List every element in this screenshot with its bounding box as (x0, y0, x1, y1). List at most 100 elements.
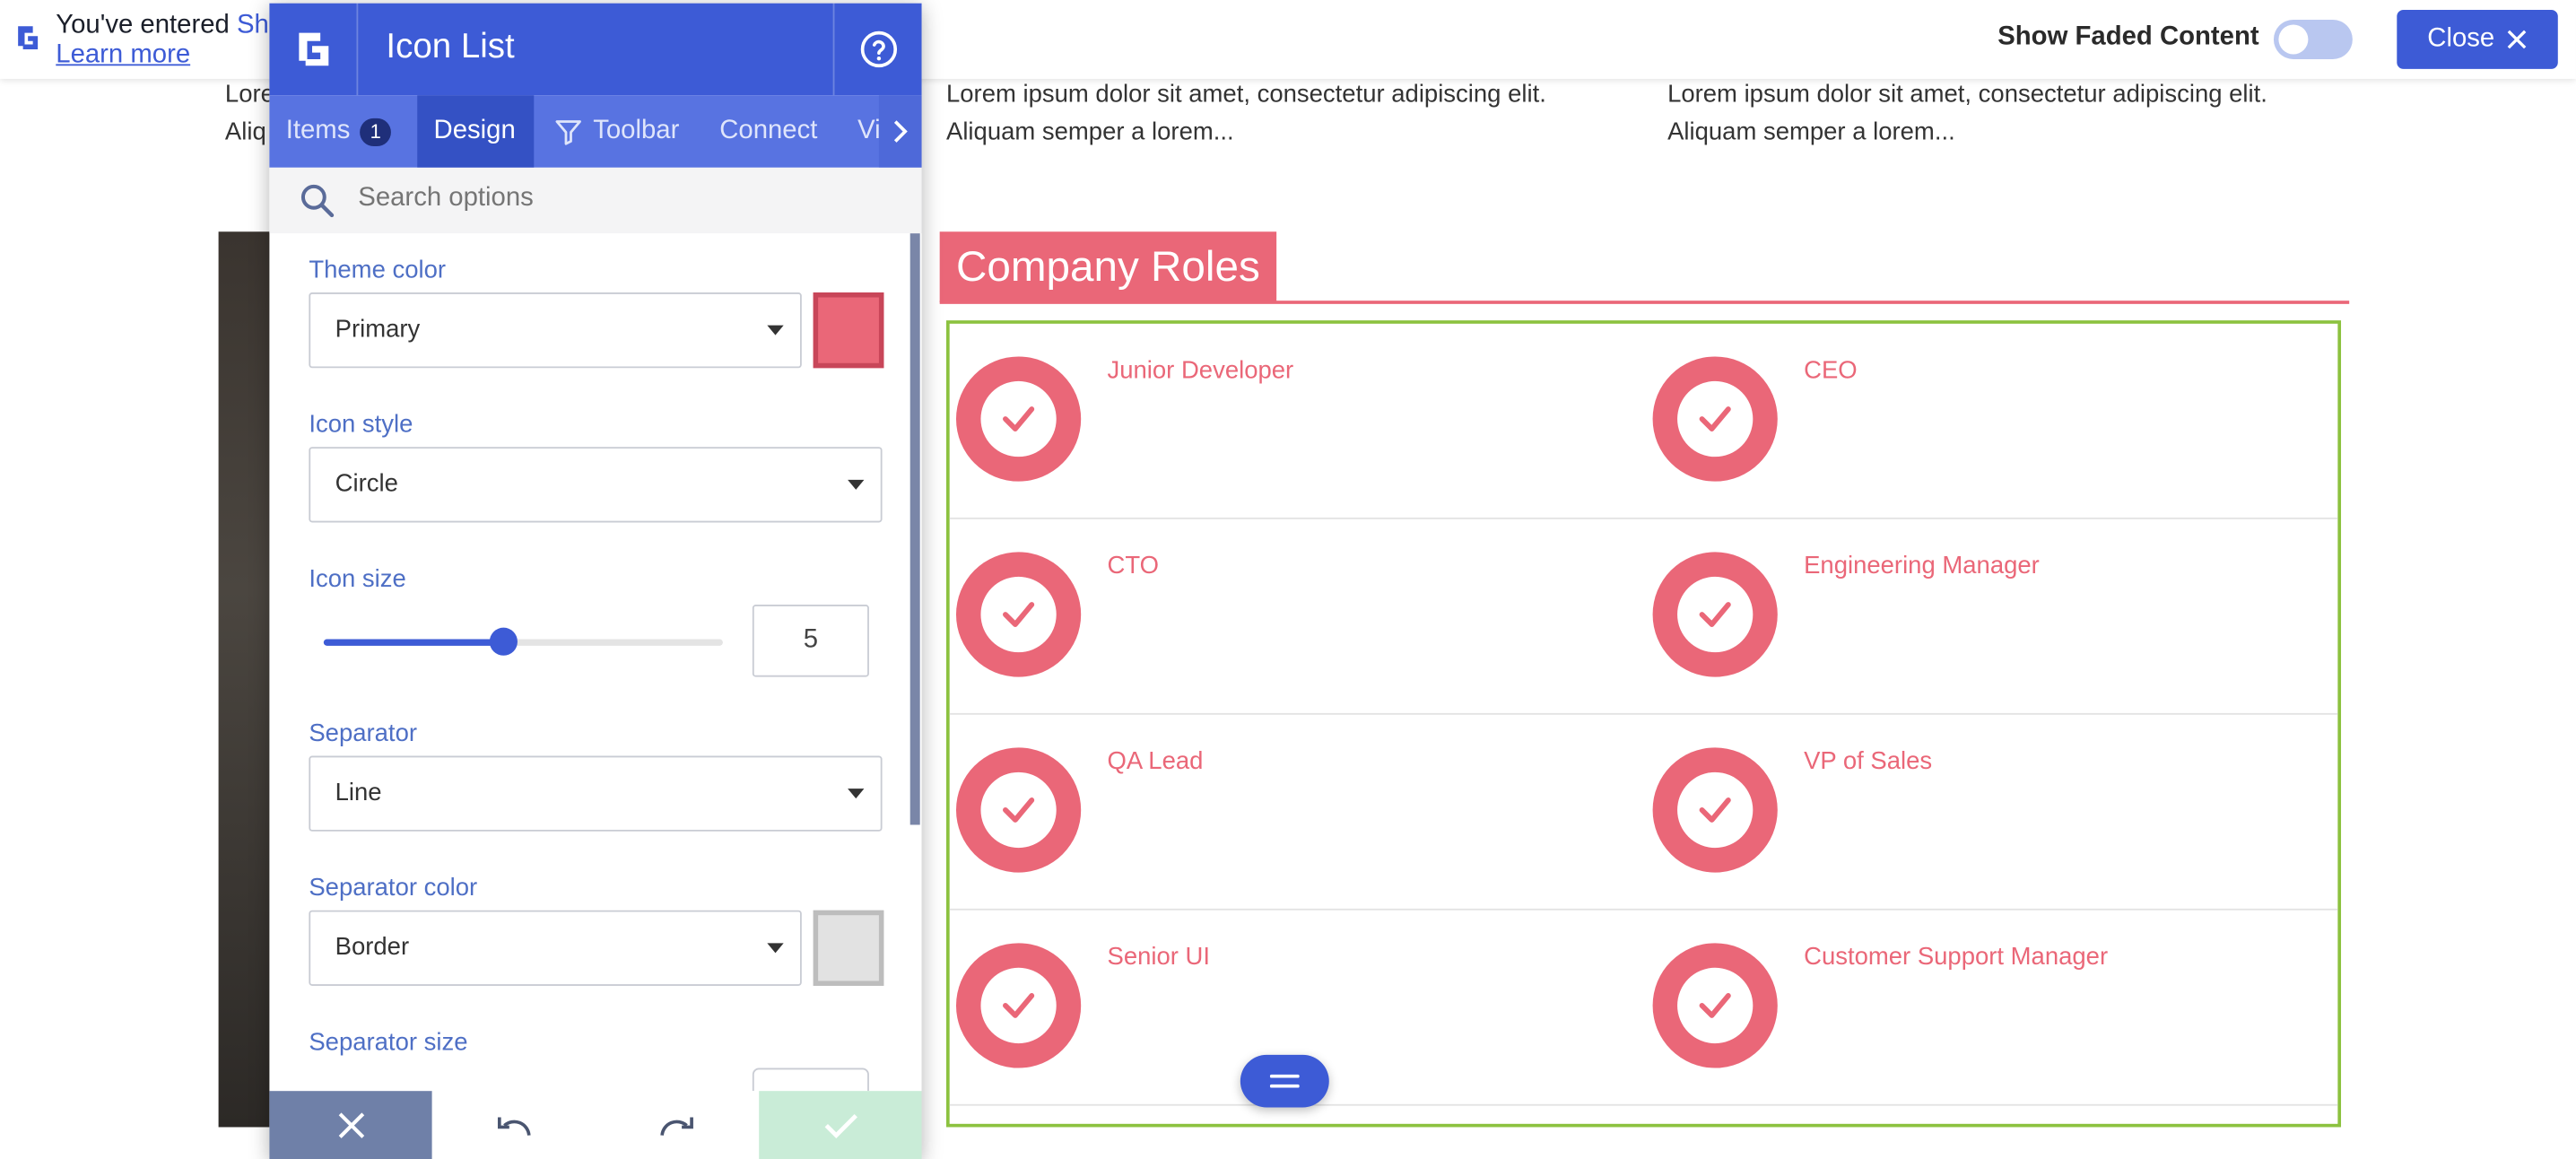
icon-size-input[interactable]: 5 (752, 605, 869, 677)
chevron-down-icon (848, 479, 865, 490)
icon-size-label: Icon size (309, 565, 406, 594)
list-item[interactable]: Engineering Manager (1646, 519, 2336, 715)
chevron-right-icon (893, 120, 908, 143)
tab-design-label: Design (433, 117, 516, 145)
app-logo-icon (18, 26, 39, 49)
separator-size-input[interactable] (752, 1068, 869, 1092)
search-options-input[interactable] (358, 184, 699, 214)
panel-tabs: Items 1 Design Toolbar Connect Vi (269, 95, 922, 168)
undo-button[interactable] (431, 1091, 596, 1159)
separator-color-swatch[interactable] (813, 910, 884, 986)
chevron-down-icon (767, 943, 784, 954)
slider-fill (323, 639, 504, 646)
check-circle-icon (1652, 356, 1778, 482)
tab-connect[interactable]: Connect (703, 95, 834, 168)
close-icon (337, 1112, 364, 1138)
column-2-text-line-1: Lorem ipsum dolor sit amet, consectetur … (946, 80, 1546, 109)
hidden-snippet-line-2: Aliq (224, 118, 266, 147)
builder-logo-icon (269, 3, 359, 96)
check-icon (823, 1113, 857, 1139)
list-row: CTO Engineering Manager (949, 519, 2338, 715)
list-item[interactable]: CEO (1646, 324, 2336, 519)
discard-button[interactable] (269, 1091, 432, 1159)
builder-menu-button[interactable] (1240, 1054, 1329, 1108)
chevron-down-icon (848, 789, 865, 799)
redo-icon (659, 1117, 693, 1136)
tab-design[interactable]: Design (417, 95, 535, 168)
tab-toolbar-label: Toolbar (593, 117, 680, 145)
heading-underline (939, 301, 2350, 304)
help-icon (859, 30, 897, 68)
separator-color-value: Border (335, 933, 410, 962)
filter-icon (555, 120, 581, 145)
list-item[interactable]: Junior Developer (950, 324, 1640, 519)
icon-list-module[interactable]: Junior Developer CEO CTO Engineering Man… (946, 320, 2342, 1128)
company-roles-heading[interactable]: Company Roles (939, 231, 1277, 303)
check-circle-icon (955, 356, 1082, 482)
list-item-label: CTO (1107, 552, 1160, 580)
check-circle-icon (955, 943, 1082, 1068)
menu-lines-icon (1269, 1074, 1300, 1088)
list-row: QA Lead VP of Sales (949, 715, 2338, 911)
slider-handle[interactable] (490, 627, 518, 656)
separator-color-label: Separator color (309, 874, 478, 902)
close-button-label: Close (2427, 24, 2495, 53)
panel-body: Theme color Primary Icon style Circle Ic… (269, 233, 921, 1092)
separator-label: Separator (309, 719, 417, 748)
list-item-label: Junior Developer (1107, 356, 1294, 385)
icon-style-select[interactable]: Circle (309, 447, 883, 523)
redo-button[interactable] (595, 1091, 758, 1159)
list-item[interactable]: VP of Sales (1646, 715, 2336, 911)
tab-items[interactable]: Items 1 (269, 95, 417, 168)
check-circle-icon (955, 552, 1082, 677)
list-item[interactable]: QA Lead (950, 715, 1640, 911)
column-3-text-line-2: Aliquam semper a lorem... (1667, 118, 1955, 147)
chevron-down-icon (767, 325, 784, 336)
undo-icon (497, 1117, 530, 1136)
help-button[interactable] (832, 3, 922, 96)
separator-value: Line (335, 779, 382, 807)
tab-visibility-label: Vi (857, 117, 881, 145)
list-item-label: Senior UI (1107, 943, 1211, 972)
list-item[interactable]: CTO (950, 519, 1640, 715)
close-button[interactable]: Close (2397, 9, 2558, 69)
check-circle-icon (955, 747, 1082, 873)
icon-style-label: Icon style (309, 410, 413, 440)
separator-color-select[interactable]: Border (309, 910, 802, 986)
theme-color-swatch[interactable] (813, 292, 884, 369)
list-row: Senior UI Customer Support Manager (949, 911, 2338, 1106)
tab-items-label: Items (285, 117, 351, 145)
tab-connect-label: Connect (719, 117, 818, 145)
theme-color-value: Primary (335, 315, 421, 344)
list-item-label: VP of Sales (1804, 747, 1933, 776)
tabs-scroll-right-button[interactable] (878, 95, 922, 168)
learn-more-link[interactable]: Learn more (56, 39, 190, 71)
show-faded-content-toggle[interactable] (2273, 19, 2353, 59)
panel-scrollbar[interactable] (909, 233, 920, 825)
list-row: Junior Developer CEO (949, 324, 2338, 519)
list-item[interactable]: Customer Support Manager (1646, 911, 2336, 1106)
theme-color-select[interactable]: Primary (309, 292, 802, 369)
save-button[interactable] (759, 1091, 922, 1159)
items-count-badge: 1 (360, 117, 392, 146)
background-photo (218, 231, 272, 1128)
close-icon (2508, 30, 2528, 49)
column-3-text-line-1: Lorem ipsum dolor sit amet, consectetur … (1667, 80, 2267, 109)
icon-style-value: Circle (335, 469, 398, 498)
separator-size-label: Separator size (309, 1028, 468, 1057)
screen: You've entered Sh Learn more Show Faded … (0, 0, 2576, 1159)
icon-size-slider[interactable] (323, 627, 723, 656)
show-faded-content-label: Show Faded Content (1997, 22, 2259, 51)
check-circle-icon (1652, 747, 1778, 873)
list-item-label: CEO (1804, 356, 1858, 385)
hidden-snippet-line-1: Lore (224, 80, 274, 109)
column-2-text-line-2: Aliquam semper a lorem... (946, 118, 1234, 147)
panel-header[interactable]: Icon List (269, 3, 922, 96)
settings-panel: Icon List Items 1 Design Toolbar Connect … (269, 3, 922, 1159)
panel-title: Icon List (386, 28, 515, 66)
theme-color-label: Theme color (309, 256, 447, 284)
tab-toolbar[interactable]: Toolbar (537, 95, 696, 168)
list-item-label: QA Lead (1107, 747, 1204, 776)
list-item-label: Customer Support Manager (1804, 943, 2109, 972)
separator-select[interactable]: Line (309, 755, 883, 832)
